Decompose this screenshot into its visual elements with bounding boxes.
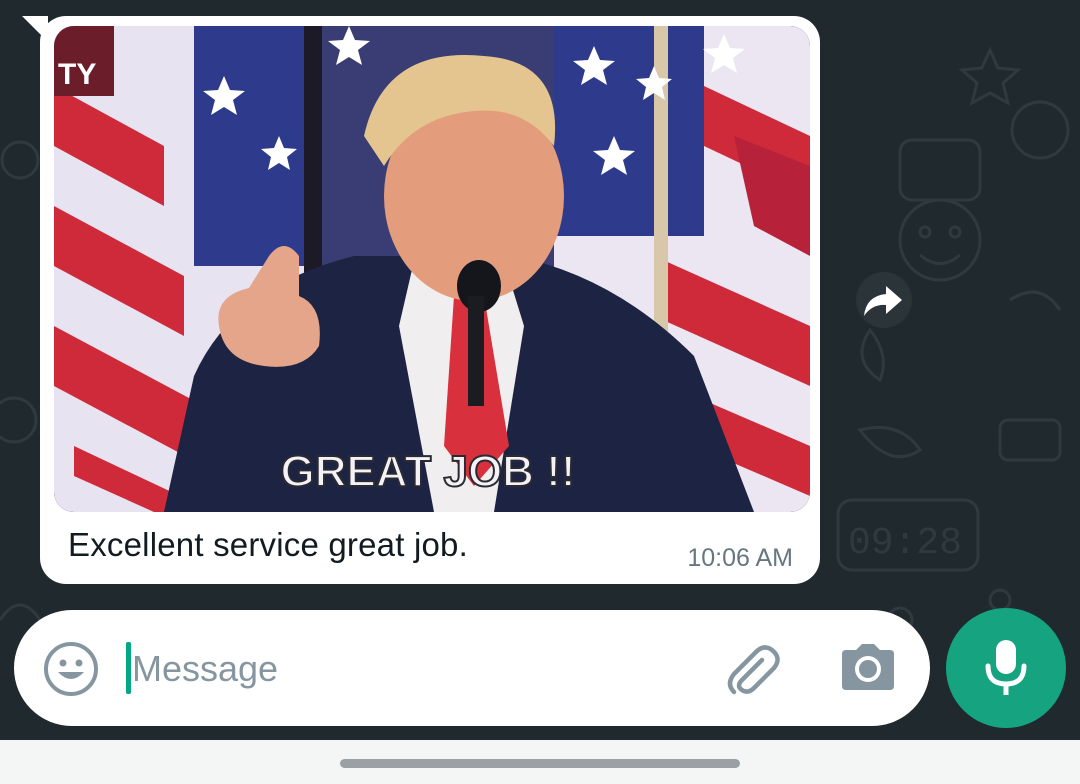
svg-text:09:28: 09:28 bbox=[848, 522, 962, 565]
text-cursor bbox=[126, 642, 131, 694]
gif-corner-text: TY bbox=[58, 58, 96, 91]
forward-button[interactable] bbox=[856, 272, 912, 328]
emoji-icon bbox=[44, 642, 98, 696]
message-input[interactable] bbox=[132, 644, 692, 694]
camera-icon bbox=[842, 644, 894, 690]
emoji-button[interactable] bbox=[42, 640, 100, 698]
message-caption: Excellent service great job. bbox=[68, 526, 468, 563]
forward-arrow-icon bbox=[864, 286, 902, 316]
paperclip-icon bbox=[727, 645, 780, 695]
message-timestamp: 10:06 AM bbox=[687, 544, 793, 572]
home-gesture-bar[interactable] bbox=[340, 759, 740, 768]
gif-overlay-text: GREAT JOB !! bbox=[281, 447, 576, 496]
gif-media[interactable]: GREAT JOB !! TY bbox=[54, 26, 810, 512]
camera-button[interactable] bbox=[838, 640, 898, 696]
microphone-icon bbox=[985, 640, 1027, 695]
voice-message-button[interactable] bbox=[946, 608, 1066, 728]
attach-button[interactable] bbox=[722, 640, 782, 700]
